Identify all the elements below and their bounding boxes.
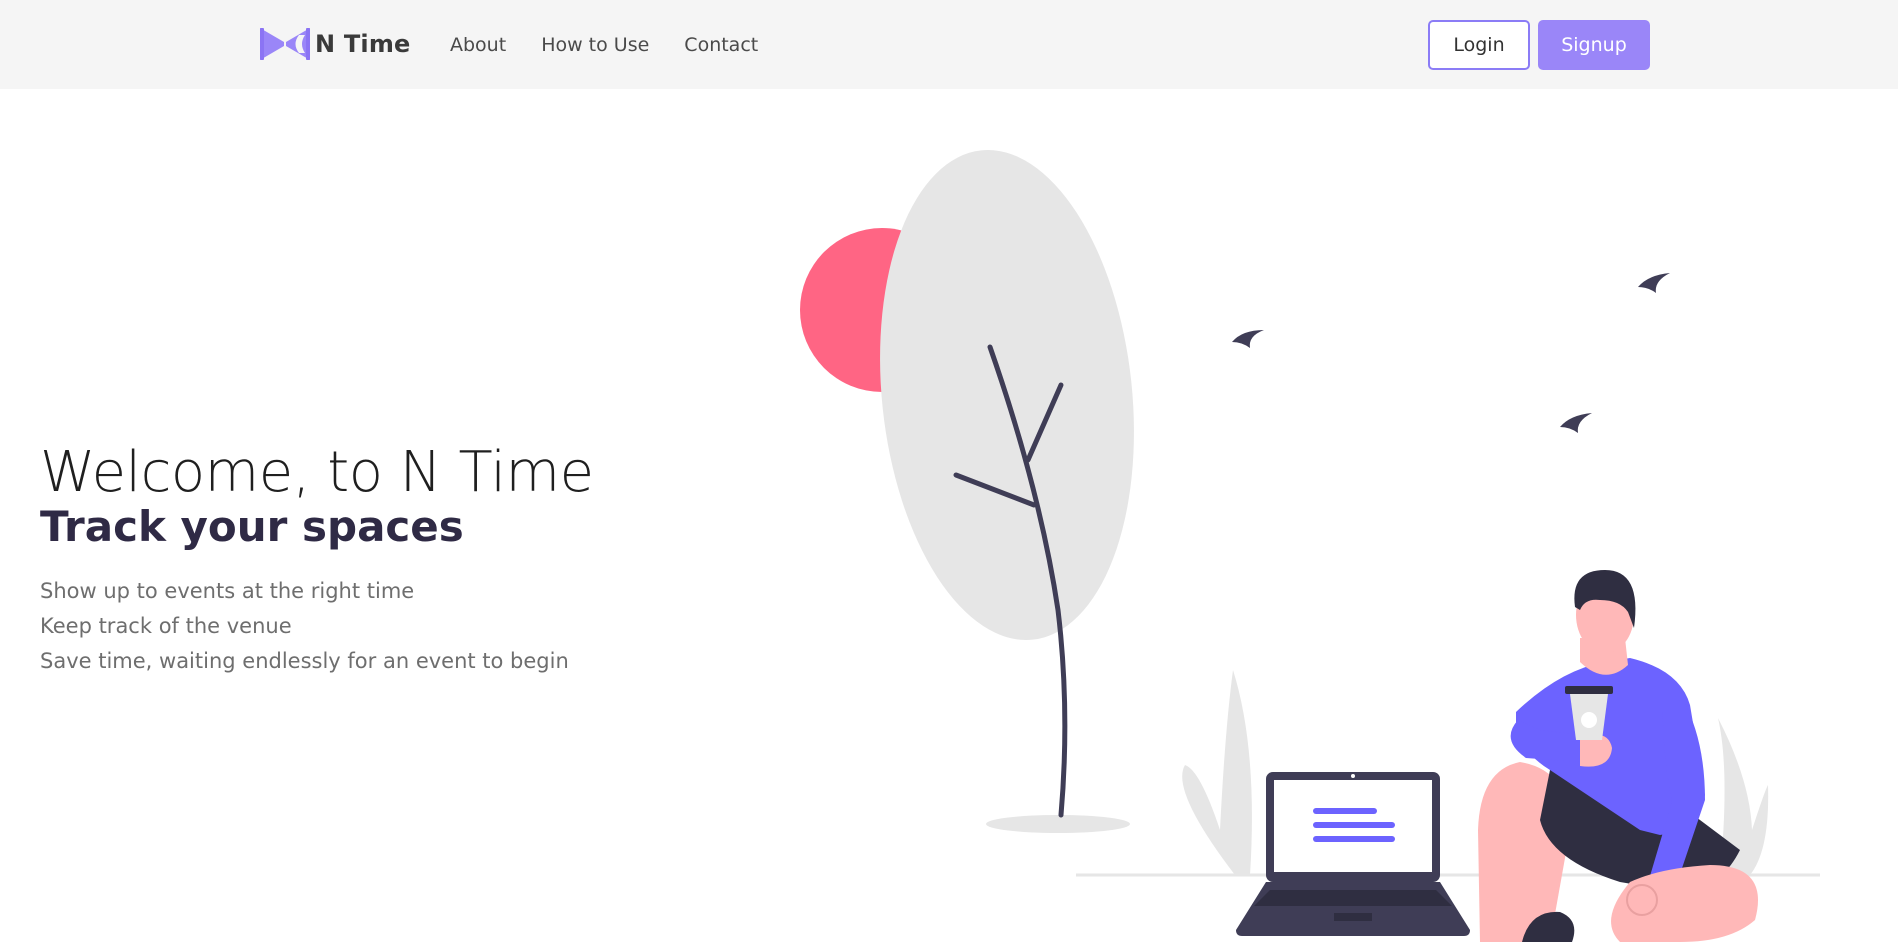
hero-illustration xyxy=(800,149,1820,942)
signup-button[interactable]: Signup xyxy=(1538,20,1650,70)
hero-tagline: Track your spaces xyxy=(40,502,464,551)
bird-icon xyxy=(1638,273,1670,293)
bird-icon xyxy=(1560,413,1592,433)
nav-link-how-to-use[interactable]: How to Use xyxy=(541,30,649,60)
hero-feature-item: Keep track of the venue xyxy=(40,614,292,638)
hero-feature-item: Show up to events at the right time xyxy=(40,579,415,603)
nav-link-contact[interactable]: Contact xyxy=(684,30,758,60)
person-illustration xyxy=(1478,570,1758,942)
brand-logo-link[interactable]: N Time xyxy=(259,24,411,64)
bird-icon xyxy=(1232,330,1264,348)
hero-feature-list: Show up to events at the right time Keep… xyxy=(40,574,720,679)
tree-mound xyxy=(986,815,1130,833)
grass-leaf-left xyxy=(1182,670,1252,875)
bowtie-logo-icon xyxy=(260,28,310,60)
nav-link-about[interactable]: About xyxy=(450,30,506,60)
hero-feature-item: Save time, waiting endlessly for an even… xyxy=(40,649,569,673)
laptop-icon xyxy=(1236,772,1470,936)
login-button[interactable]: Login xyxy=(1428,20,1530,70)
brand-name: N Time xyxy=(315,30,411,58)
navbar: N Time About How to Use Contact Login Si… xyxy=(0,0,1898,89)
nav-links: About How to Use Contact xyxy=(450,30,758,60)
hero-section: Welcome, to N Time Track your spaces Sho… xyxy=(40,440,720,679)
hero-welcome-heading: Welcome, to N Time xyxy=(40,440,594,505)
